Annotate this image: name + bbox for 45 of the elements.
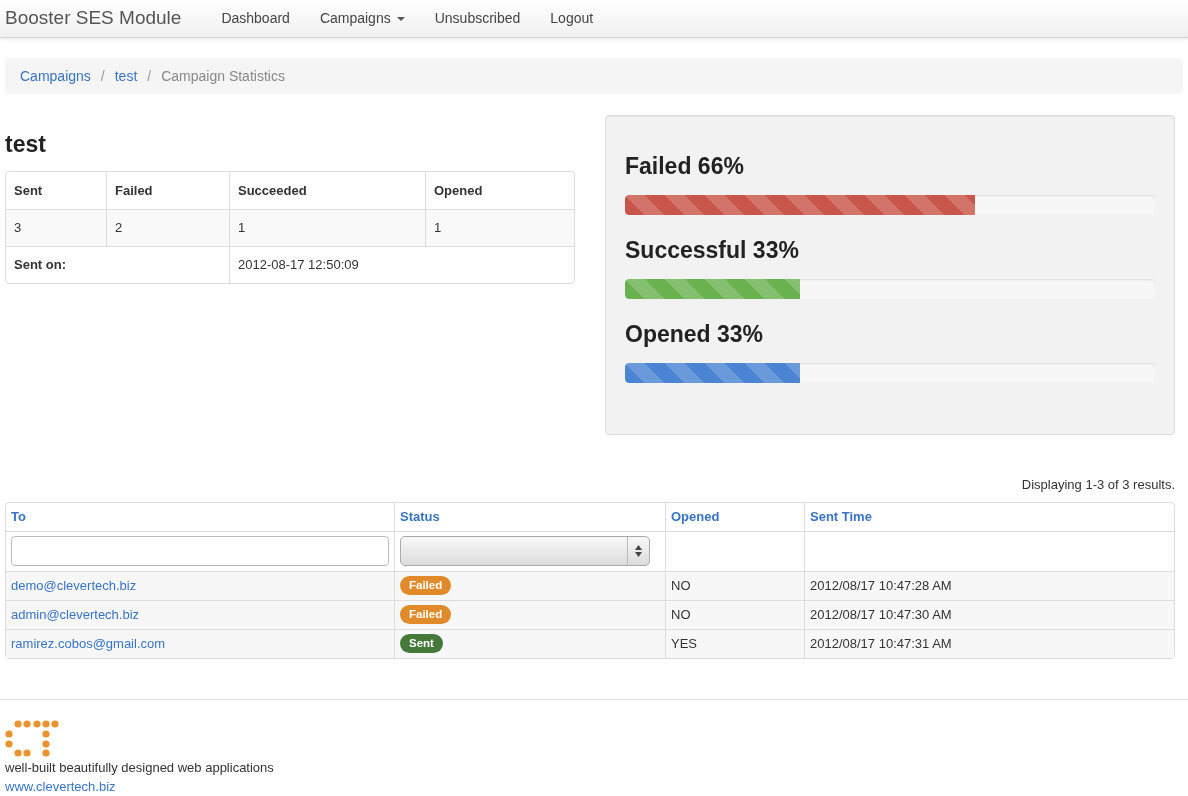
table-cell: 2 (106, 210, 229, 246)
nav-link[interactable]: Campaigns (304, 8, 420, 29)
email-link[interactable]: ramirez.cobos@gmail.com (6, 629, 394, 658)
stat-heading: Successful 33% (625, 236, 800, 265)
filter-input[interactable] (11, 536, 389, 566)
column-header-link[interactable]: To (6, 502, 394, 531)
table-cell: 1 (229, 210, 425, 246)
table-cell: NO (665, 571, 804, 600)
status-badge: Failed (400, 575, 452, 596)
logo-icon (5, 719, 61, 757)
nav-link[interactable]: Logout (535, 8, 609, 29)
table-cell: 2012/08/17 10:47:28 AM (804, 571, 1174, 600)
footer-tagline: well-built beautifully designed web applications (5, 758, 275, 777)
table-cell: 2012/08/17 10:47:30 AM (804, 600, 1174, 629)
column-header-link[interactable]: Opened (665, 502, 804, 531)
stat-heading: Opened 33% (625, 320, 765, 349)
brand-link[interactable]: Booster SES Module (0, 4, 187, 33)
footer-link[interactable]: www.clevertech.biz (5, 777, 1183, 796)
status-select[interactable] (400, 536, 650, 566)
stat-heading: Failed 66% (625, 152, 745, 181)
table-cell: 2012/08/17 10:47:31 AM (804, 629, 1174, 658)
updown-arrows-icon (635, 545, 642, 557)
table-cell-text: 3 (13, 219, 23, 238)
column-header-link[interactable]: Sent Time (804, 502, 1174, 531)
breadcrumb-link[interactable]: Campaigns (20, 65, 91, 87)
table-cell-text: Sent on: (13, 256, 67, 275)
breadcrumb-link[interactable]: test (114, 65, 138, 87)
table-header: Sent (13, 181, 44, 200)
results-summary: Displaying 1-3 of 3 results. (1020, 476, 1176, 494)
email-link[interactable]: admin@clevertech.biz (6, 600, 394, 629)
caret-icon (396, 16, 405, 21)
breadcrumb-current: Campaign Statistics (161, 66, 285, 86)
email-link[interactable]: demo@clevertech.biz (6, 571, 394, 600)
status-badge: Sent (400, 633, 443, 654)
table-cell: 1 (425, 210, 574, 246)
table-cell: YES (665, 629, 804, 658)
breadcrumb-separator: / (147, 66, 152, 86)
table-cell: NO (665, 600, 804, 629)
table-cell: 2012-08-17 12:50:09 (229, 247, 574, 283)
nav-link[interactable]: Unsubscribed (419, 8, 536, 29)
breadcrumb-separator: / (100, 66, 105, 86)
column-header-link[interactable]: Status (394, 502, 665, 531)
nav-link[interactable]: Dashboard (206, 8, 305, 29)
campaign-title: test (5, 130, 47, 159)
status-badge: Failed (400, 604, 452, 625)
